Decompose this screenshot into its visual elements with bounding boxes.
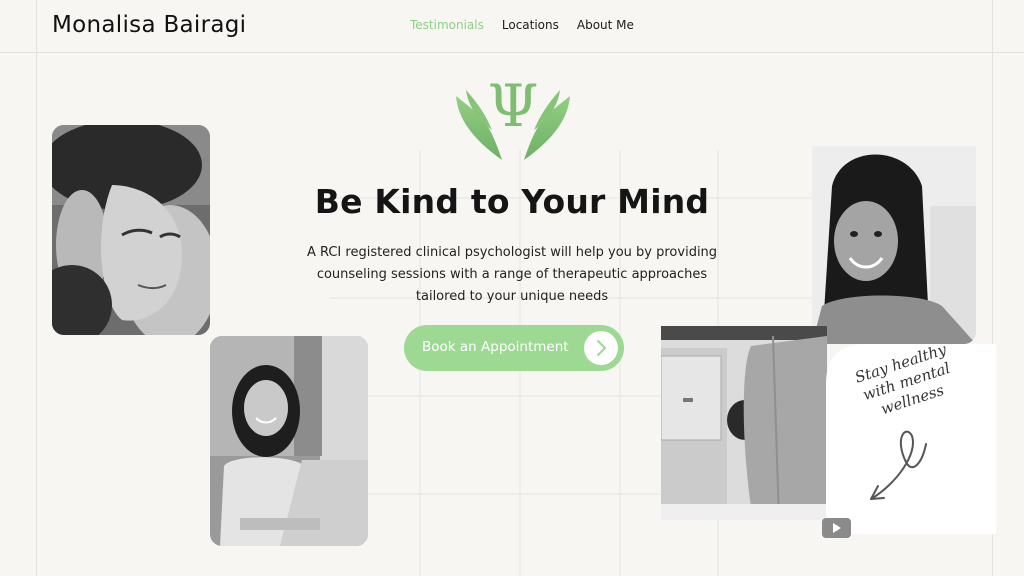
stressed-woman-photo — [52, 125, 210, 335]
nav-testimonials[interactable]: Testimonials — [410, 18, 484, 32]
youtube-play-icon[interactable] — [822, 518, 851, 538]
header-divider — [0, 52, 1024, 53]
book-appointment-label: Book an Appointment — [422, 339, 569, 355]
psychologist-portrait-photo — [812, 146, 976, 344]
psychologist-office-photo — [661, 326, 827, 520]
chevron-right-icon — [584, 331, 618, 365]
nav-about-me[interactable]: About Me — [577, 18, 634, 32]
nav-locations[interactable]: Locations — [502, 18, 559, 32]
page: Monalisa Bairagi Testimonials Locations … — [0, 0, 1024, 576]
woman-with-laptop-photo — [210, 336, 368, 546]
psi-hands-icon: Ψ — [456, 72, 570, 160]
main-nav: Testimonials Locations About Me — [410, 18, 634, 32]
brand-name[interactable]: Monalisa Bairagi — [52, 12, 246, 38]
hero-description: A RCI registered clinical psychologist w… — [306, 245, 718, 304]
book-appointment-button[interactable]: Book an Appointment — [404, 325, 624, 371]
site-header: Monalisa Bairagi Testimonials Locations … — [0, 0, 1024, 52]
frame-line-left — [36, 0, 37, 576]
svg-text:Ψ: Ψ — [488, 72, 539, 140]
